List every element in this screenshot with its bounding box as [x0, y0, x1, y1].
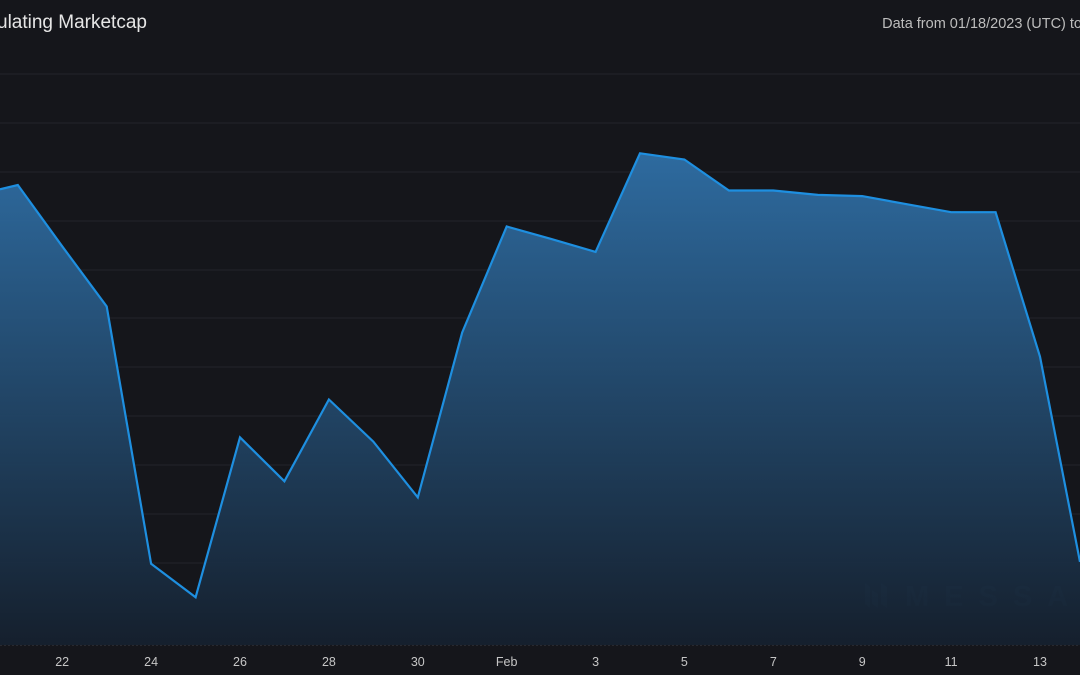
- data-point[interactable]: [14, 181, 22, 189]
- data-point[interactable]: [369, 438, 377, 446]
- x-tick-label: 22: [55, 655, 69, 669]
- data-point[interactable]: [458, 329, 466, 337]
- x-tick-label: 24: [144, 655, 158, 669]
- data-point[interactable]: [592, 248, 600, 256]
- data-point[interactable]: [947, 208, 955, 216]
- x-tick-label: Feb: [496, 655, 518, 669]
- data-point[interactable]: [503, 223, 511, 231]
- x-tick-label: 26: [233, 655, 247, 669]
- x-tick-label: 30: [411, 655, 425, 669]
- data-point[interactable]: [103, 303, 111, 311]
- x-tick-label: 3: [592, 655, 599, 669]
- data-point[interactable]: [147, 560, 155, 568]
- data-point[interactable]: [547, 235, 555, 243]
- chart-container: ulating Marketcap Data from 01/18/2023 (…: [0, 0, 1080, 675]
- data-point[interactable]: [680, 156, 688, 164]
- data-point[interactable]: [725, 187, 733, 195]
- data-point[interactable]: [192, 593, 200, 601]
- x-tick-label: 5: [681, 655, 688, 669]
- x-tick-label: 13: [1033, 655, 1047, 669]
- data-point[interactable]: [636, 149, 644, 157]
- x-tick-label: 28: [322, 655, 336, 669]
- data-point[interactable]: [814, 191, 822, 199]
- data-point[interactable]: [1036, 353, 1044, 361]
- data-point[interactable]: [280, 477, 288, 485]
- data-point[interactable]: [325, 396, 333, 404]
- area-chart[interactable]: MESSA 2224262830Feb35791113: [0, 0, 1080, 675]
- x-tick-label: 9: [859, 655, 866, 669]
- x-tick-label: 11: [945, 655, 958, 669]
- data-point[interactable]: [858, 192, 866, 200]
- data-point[interactable]: [414, 493, 422, 501]
- data-point[interactable]: [236, 433, 244, 441]
- x-axis: 22 24 26 28 30 Feb 3 5 7 9 11 13: [55, 655, 1047, 669]
- x-tick-label: 7: [770, 655, 777, 669]
- data-point[interactable]: [58, 242, 66, 250]
- data-point[interactable]: [769, 187, 777, 195]
- data-point[interactable]: [992, 208, 1000, 216]
- data-point[interactable]: [903, 200, 911, 208]
